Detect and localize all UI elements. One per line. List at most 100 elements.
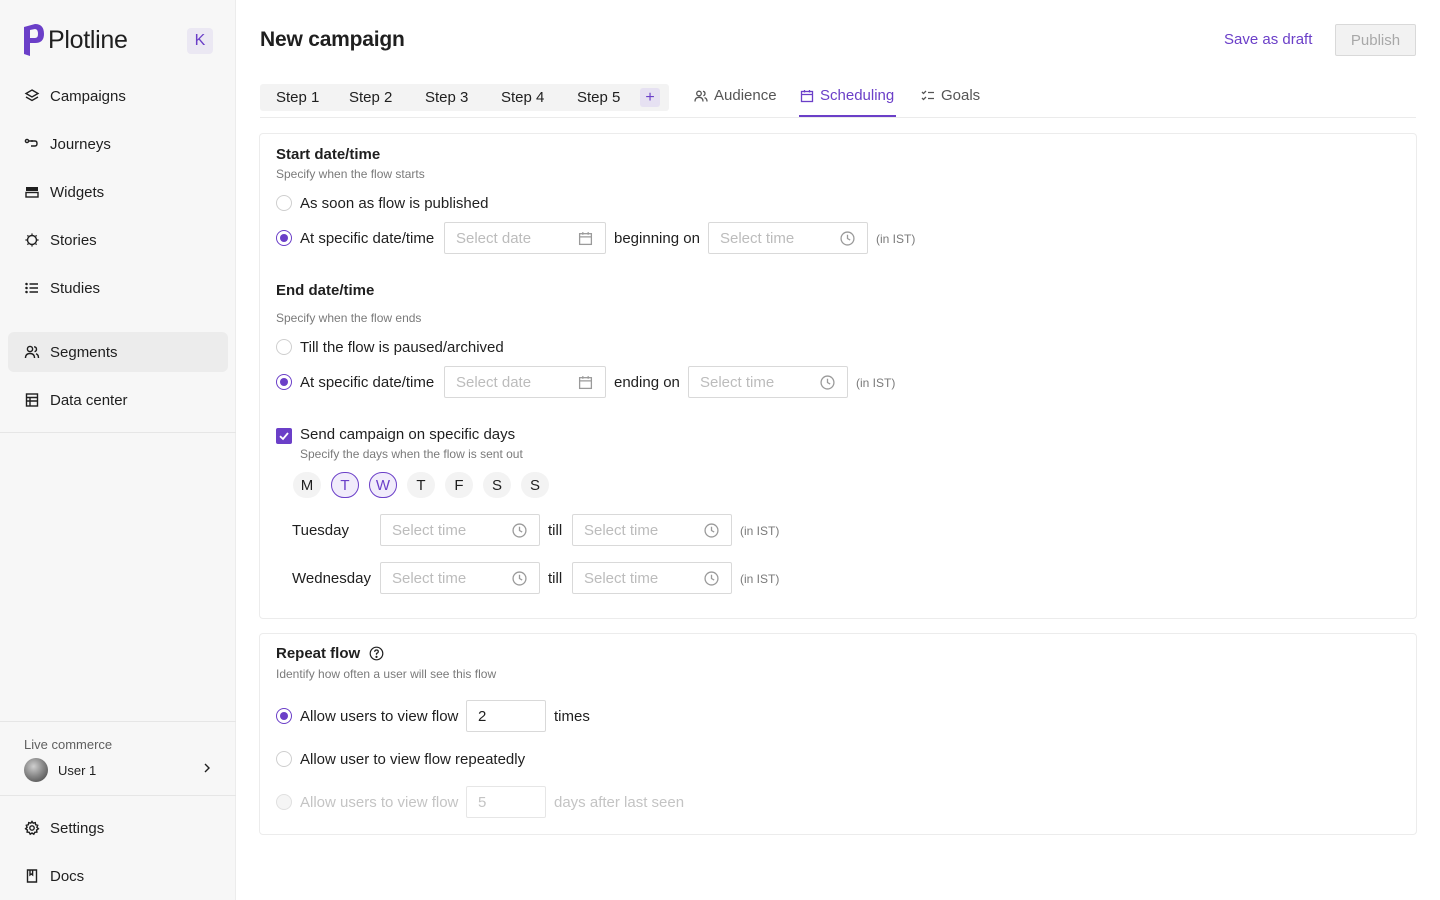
start-date-input[interactable]: Select date [444,222,606,254]
check-icon [279,432,289,441]
day-toggle-sunday[interactable]: S [521,472,549,498]
repeat-section-title: Repeat flow [276,645,361,662]
end-time-placeholder: Select time [700,373,775,391]
tab-step-5[interactable]: Step 5 [577,89,620,106]
tab-step-4[interactable]: Step 4 [501,89,544,106]
end-specific-radio[interactable] [276,374,292,390]
time-placeholder: Select time [392,521,467,539]
till-label: till [548,522,563,539]
tab-label: Goals [941,87,981,104]
collapse-sidebar-button[interactable]: K [187,28,213,54]
repeat-times-suffix: times [554,708,590,725]
repeat-always-radio[interactable] [276,751,292,767]
checklist-icon [921,90,934,100]
specific-days-checkbox[interactable] [276,428,292,444]
day-row-label: Wednesday [292,570,371,587]
start-published-label[interactable]: As soon as flow is published [300,195,488,212]
org-user: User 1 [24,758,214,782]
sidebar-item-segments[interactable]: Segments [8,332,228,372]
sidebar-item-campaigns[interactable]: Campaigns [8,76,228,116]
tab-scheduling[interactable]: Scheduling [800,87,894,104]
sidebar-item-label: Studies [50,279,101,297]
repeat-always-label[interactable]: Allow user to view flow repeatedly [300,751,525,768]
sidebar-item-studies[interactable]: Studies [8,268,228,308]
repeat-days-radio[interactable] [276,794,292,810]
book-icon [26,869,38,883]
repeat-days-label: Allow users to view flow [300,794,459,811]
start-specific-label[interactable]: At specific date/time [300,230,434,247]
end-time-input[interactable]: Select time [688,366,848,398]
day-toggle-saturday[interactable]: S [483,472,511,498]
end-section-title: End date/time [276,282,375,299]
start-time-input[interactable]: Select time [708,222,868,254]
sidebar-item-data-center[interactable]: Data center [8,380,228,420]
save-as-draft-button[interactable]: Save as draft [1224,31,1312,48]
sidebar-item-journeys[interactable]: Journeys [8,124,228,164]
help-circle-icon[interactable] [369,646,384,661]
sidebar-item-label: Widgets [50,183,105,201]
brand-name: Plotline [48,25,128,54]
sidebar-divider [0,721,236,722]
sidebar-item-label: Campaigns [50,87,126,105]
sidebar-item-stories[interactable]: Stories [8,220,228,260]
wednesday-from-time-input[interactable]: Select time [380,562,540,594]
start-date-placeholder: Select date [456,229,532,247]
tab-step-3[interactable]: Step 3 [425,89,468,106]
step-tabs: Step 1 Step 2 Step 3 Step 4 Step 5 + [260,84,669,111]
stories-icon [25,233,39,247]
plotline-logo-icon [24,24,44,56]
add-step-button[interactable]: + [640,88,660,107]
gear-icon [24,820,40,836]
sidebar-item-label: Settings [50,819,105,837]
start-section-title: Start date/time [276,146,381,163]
sidebar-divider [0,795,236,796]
start-published-radio[interactable] [276,195,292,211]
chevron-right-icon[interactable] [202,763,212,773]
start-section-subtitle: Specify when the flow starts [276,167,425,181]
repeat-times-input[interactable]: 2 [466,700,546,732]
day-toggle-friday[interactable]: F [445,472,473,498]
repeat-times-label[interactable]: Allow users to view flow [300,708,458,725]
end-paused-radio[interactable] [276,339,292,355]
ending-on-label: ending on [614,374,680,391]
brand[interactable]: Plotline [24,24,128,56]
org-switcher[interactable]: Live commerce User 1 [24,737,214,782]
widget-icon [25,187,39,198]
tab-audience[interactable]: Audience [694,87,777,104]
sidebar-item-settings[interactable]: Settings [8,808,228,848]
tab-label: Scheduling [820,87,895,104]
tab-step-1[interactable]: Step 1 [276,89,319,106]
table-icon [25,393,39,407]
day-toggle-tuesday[interactable]: T [331,472,359,498]
start-specific-radio[interactable] [276,230,292,246]
tuesday-from-time-input[interactable]: Select time [380,514,540,546]
day-toggle-wednesday[interactable]: W [369,472,397,498]
day-toggle-thursday[interactable]: T [407,472,435,498]
repeat-times-radio[interactable] [276,708,292,724]
tab-step-2[interactable]: Step 2 [349,89,392,106]
repeat-days-suffix: days after last seen [554,794,685,811]
day-row-timezone: (in IST) [740,524,780,538]
day-toggle-monday[interactable]: M [293,472,321,498]
calendar-icon [578,232,593,246]
org-name: Live commerce [24,737,113,752]
avatar [24,758,48,782]
day-row-timezone: (in IST) [740,572,780,586]
sidebar-item-widgets[interactable]: Widgets [8,172,228,212]
clock-icon [840,231,855,246]
sidebar-item-label: Docs [50,867,85,885]
end-paused-label[interactable]: Till the flow is paused/archived [300,339,504,356]
sidebar-divider [0,432,236,433]
sidebar-item-docs[interactable]: Docs [8,856,228,896]
end-specific-label[interactable]: At specific date/time [300,374,434,391]
tuesday-to-time-input[interactable]: Select time [572,514,732,546]
publish-button[interactable]: Publish [1335,24,1416,56]
clock-icon [704,571,719,586]
tab-goals[interactable]: Goals [921,87,980,104]
end-date-input[interactable]: Select date [444,366,606,398]
wednesday-to-time-input[interactable]: Select time [572,562,732,594]
calendar-icon [800,89,814,102]
time-placeholder: Select time [584,521,659,539]
repeat-days-input[interactable]: 5 [466,786,546,818]
specific-days-label[interactable]: Send campaign on specific days [300,426,515,443]
